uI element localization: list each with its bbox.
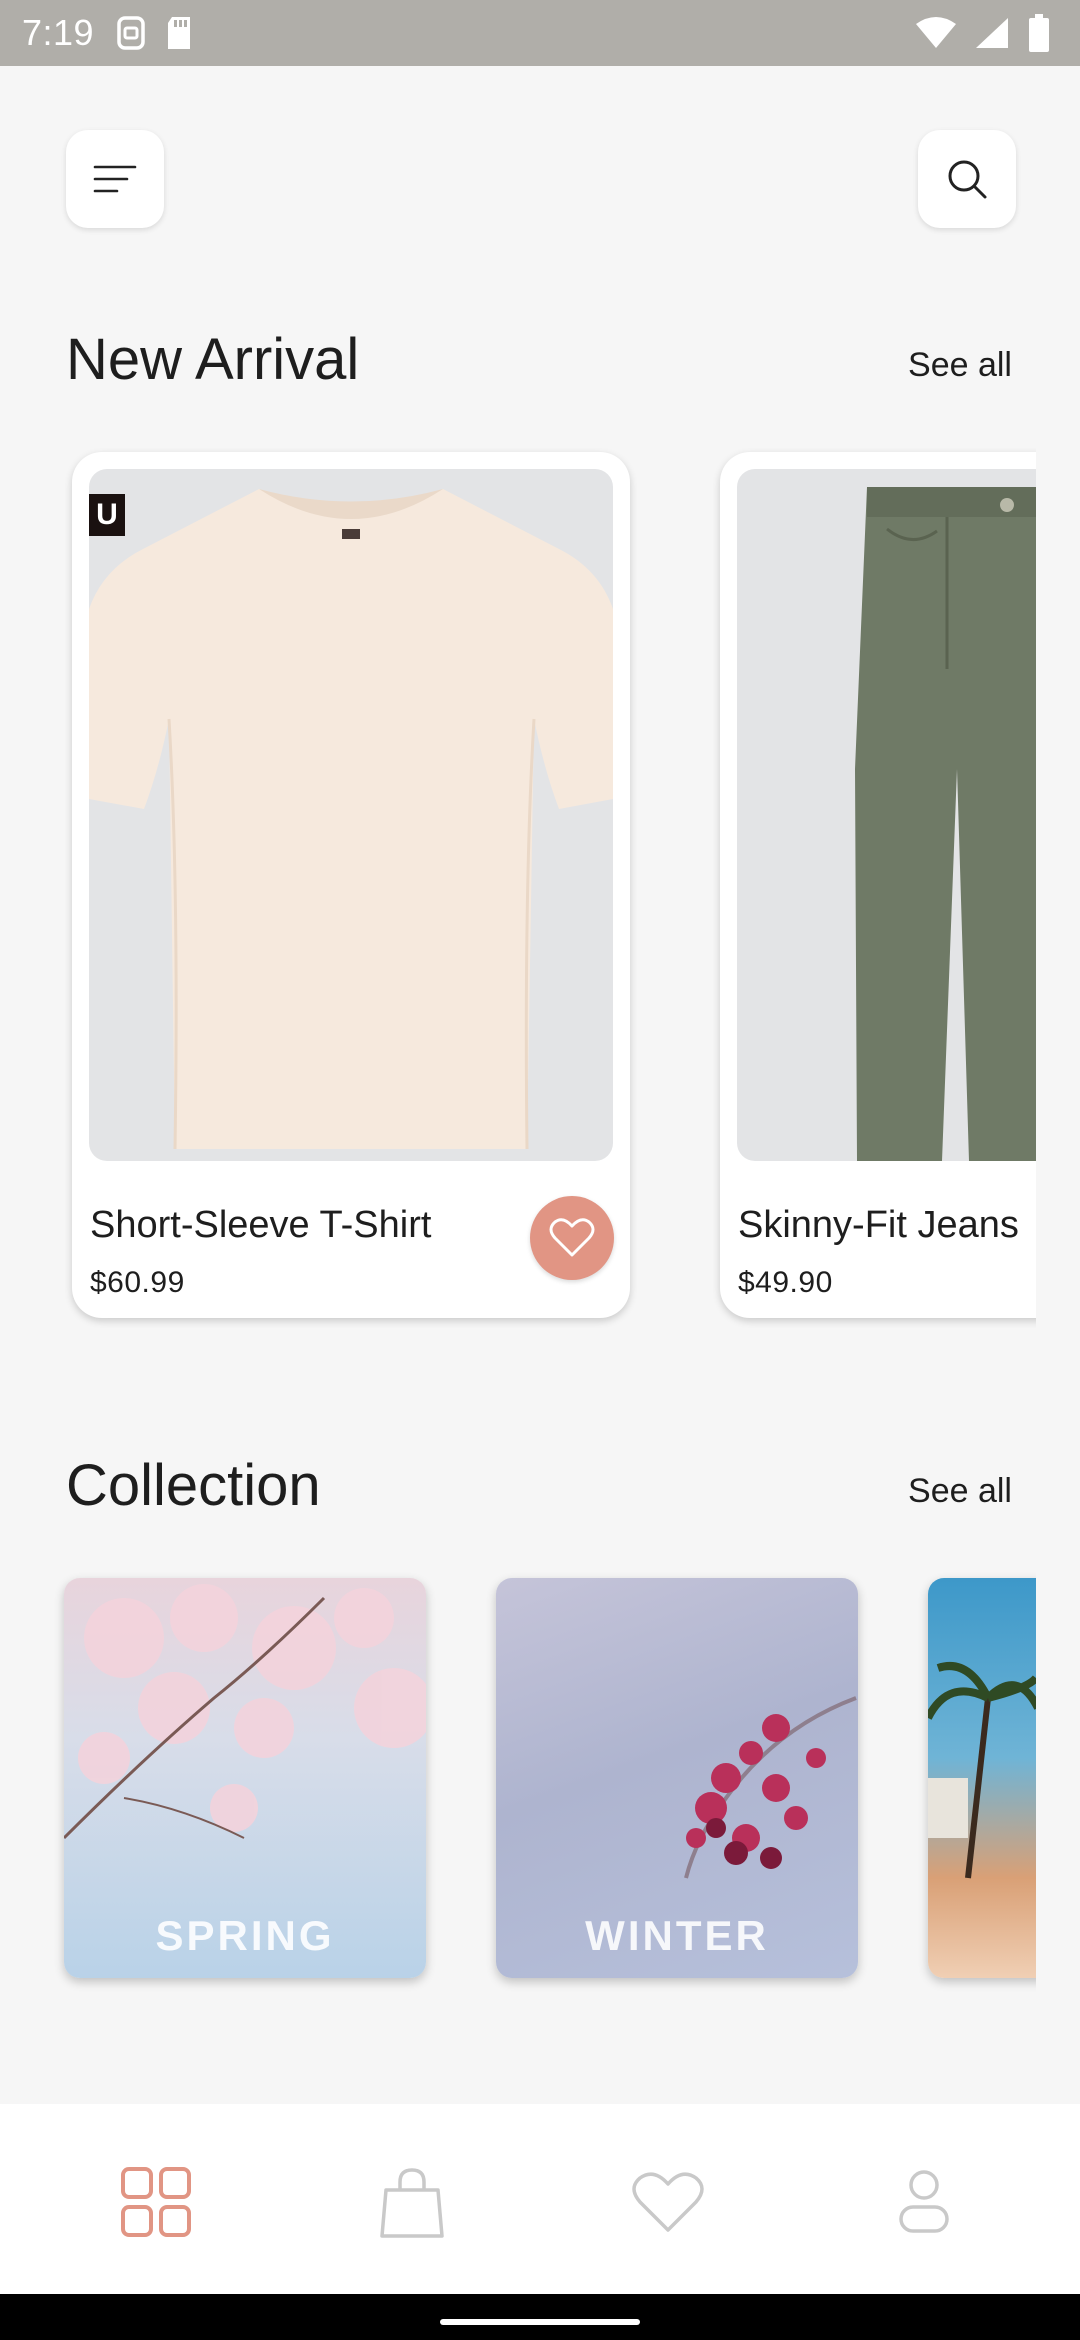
nav-profile[interactable] xyxy=(884,2162,964,2242)
collection-card-spring[interactable]: SPRING xyxy=(64,1578,426,1978)
sim-icon xyxy=(117,16,145,50)
search-button[interactable] xyxy=(918,130,1016,228)
product-image-jeans xyxy=(737,469,1036,1161)
collection-see-all-link[interactable]: See all xyxy=(908,1472,1012,1511)
nav-cart[interactable] xyxy=(372,2162,452,2242)
collection-label: WINTER xyxy=(585,1912,769,1959)
battery-icon xyxy=(1029,14,1049,52)
new-arrival-carousel[interactable]: U Short-Sleeve T-Shirt $60.99 Skinny-Fit… xyxy=(0,444,1036,1334)
heart-icon xyxy=(632,2172,704,2232)
collection-label: SPRING xyxy=(155,1912,335,1959)
status-left-icons xyxy=(116,15,194,51)
bottom-navigation xyxy=(0,2104,1080,2294)
new-arrival-see-all-link[interactable]: See all xyxy=(908,346,1012,385)
collection-card-summer[interactable]: S xyxy=(928,1578,1036,1978)
product-price: $49.90 xyxy=(738,1266,833,1299)
menu-button[interactable] xyxy=(66,130,164,228)
nav-favorites[interactable] xyxy=(628,2162,708,2242)
menu-icon xyxy=(93,165,137,193)
status-time: 7:19 xyxy=(22,12,95,53)
new-arrival-title: New Arrival xyxy=(66,327,360,392)
product-card[interactable]: U Short-Sleeve T-Shirt $60.99 xyxy=(72,452,630,1318)
signal-icon xyxy=(976,18,1008,48)
product-price: $60.99 xyxy=(90,1266,185,1299)
product-name: Short-Sleeve T-Shirt xyxy=(90,1204,432,1246)
product-card[interactable]: Skinny-Fit Jeans $49.90 xyxy=(720,452,1036,1318)
heart-icon xyxy=(549,1218,595,1257)
collection-title: Collection xyxy=(66,1453,321,1518)
gesture-handle[interactable] xyxy=(440,2319,640,2325)
brand-badge: U xyxy=(89,494,125,536)
profile-icon xyxy=(899,2170,949,2233)
product-name: Skinny-Fit Jeans xyxy=(738,1204,1019,1246)
product-image-tshirt: U xyxy=(89,469,613,1161)
home-grid-icon xyxy=(121,2167,191,2237)
status-right-icons xyxy=(916,14,1050,52)
wifi-icon xyxy=(916,17,956,48)
search-icon xyxy=(948,160,987,199)
collection-card-winter[interactable]: WINTER xyxy=(496,1578,858,1978)
status-bar: 7:19 xyxy=(0,0,1080,66)
sd-card-icon xyxy=(168,17,191,49)
nav-home[interactable] xyxy=(116,2162,196,2242)
shopping-bag-icon xyxy=(380,2168,444,2238)
favorite-button[interactable] xyxy=(530,1196,614,1280)
collection-carousel[interactable]: SPRING WINTER S xyxy=(0,1568,1036,1998)
system-navigation-bar xyxy=(0,2294,1080,2340)
